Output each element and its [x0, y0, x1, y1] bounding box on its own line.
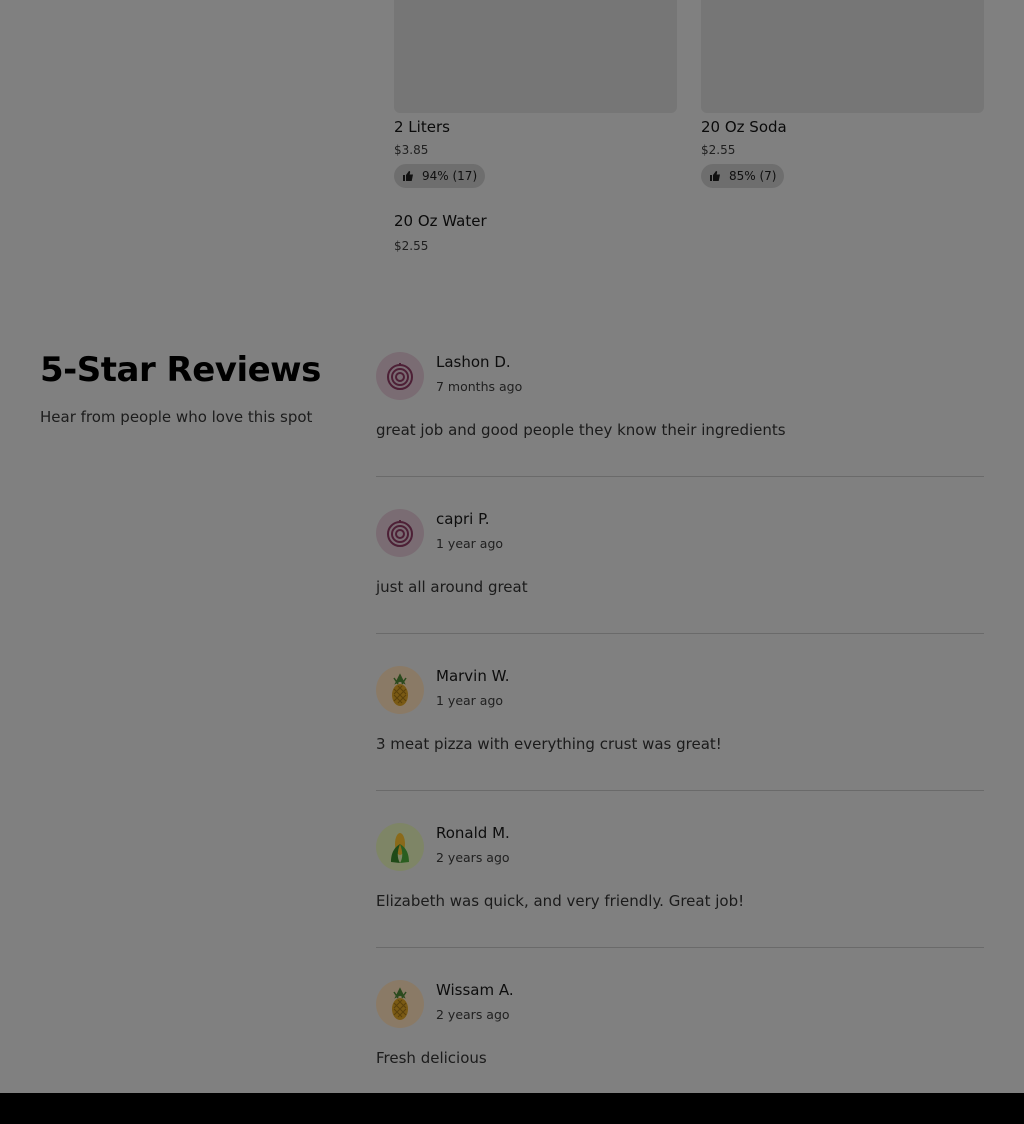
- corn-icon: [391, 833, 409, 863]
- avatar: [376, 823, 424, 871]
- onion-icon: [387, 520, 413, 547]
- review-text: 3 meat pizza with everything crust was g…: [376, 735, 722, 753]
- avatar: [376, 509, 424, 557]
- review-text: just all around great: [376, 578, 528, 596]
- review-time: 2 years ago: [436, 850, 510, 865]
- avatar: [376, 666, 424, 714]
- reviews-title: 5-Star Reviews: [40, 350, 321, 390]
- avatar: [376, 980, 424, 1028]
- reviewer-name: Lashon D.: [436, 353, 511, 371]
- divider: [376, 476, 984, 477]
- item-name: 20 Oz Soda: [701, 118, 787, 136]
- reviewer-name: Wissam A.: [436, 981, 514, 999]
- bottom-bar: [0, 1093, 1024, 1124]
- avatar: [376, 352, 424, 400]
- rating-badge: 85% (7): [701, 164, 785, 188]
- thumbs-up-icon: [403, 171, 413, 181]
- rating-text: 94% (17): [422, 169, 478, 183]
- rating-badge: 94% (17): [394, 164, 486, 188]
- item-name: 20 Oz Water: [394, 212, 487, 230]
- item-image[interactable]: [701, 0, 984, 113]
- divider: [376, 947, 984, 948]
- item-price: $3.85: [394, 143, 429, 157]
- review-text: Fresh delicious: [376, 1049, 487, 1067]
- item-image[interactable]: [394, 0, 677, 113]
- review-time: 1 year ago: [436, 536, 504, 551]
- review-time: 2 years ago: [436, 1007, 510, 1022]
- reviewer-name: Marvin W.: [436, 667, 510, 685]
- divider: [376, 790, 984, 791]
- pineapple-icon: [392, 987, 408, 1020]
- review-text: Elizabeth was quick, and very friendly. …: [376, 892, 745, 910]
- item-price: $2.55: [394, 239, 429, 253]
- reviews-subtitle: Hear from people who love this spot: [40, 408, 313, 426]
- review-text: great job and good people they know thei…: [376, 421, 786, 439]
- reviewer-name: Ronald M.: [436, 824, 510, 842]
- item-name: 2 Liters: [394, 118, 450, 136]
- reviewer-name: capri P.: [436, 510, 490, 528]
- rating-text: 85% (7): [729, 169, 777, 183]
- review-time: 1 year ago: [436, 693, 504, 708]
- review-time: 7 months ago: [436, 379, 523, 394]
- divider: [376, 633, 984, 634]
- thumbs-up-icon: [710, 171, 720, 181]
- item-price: $2.55: [701, 143, 736, 157]
- pineapple-icon: [392, 673, 408, 706]
- onion-icon: [387, 363, 413, 390]
